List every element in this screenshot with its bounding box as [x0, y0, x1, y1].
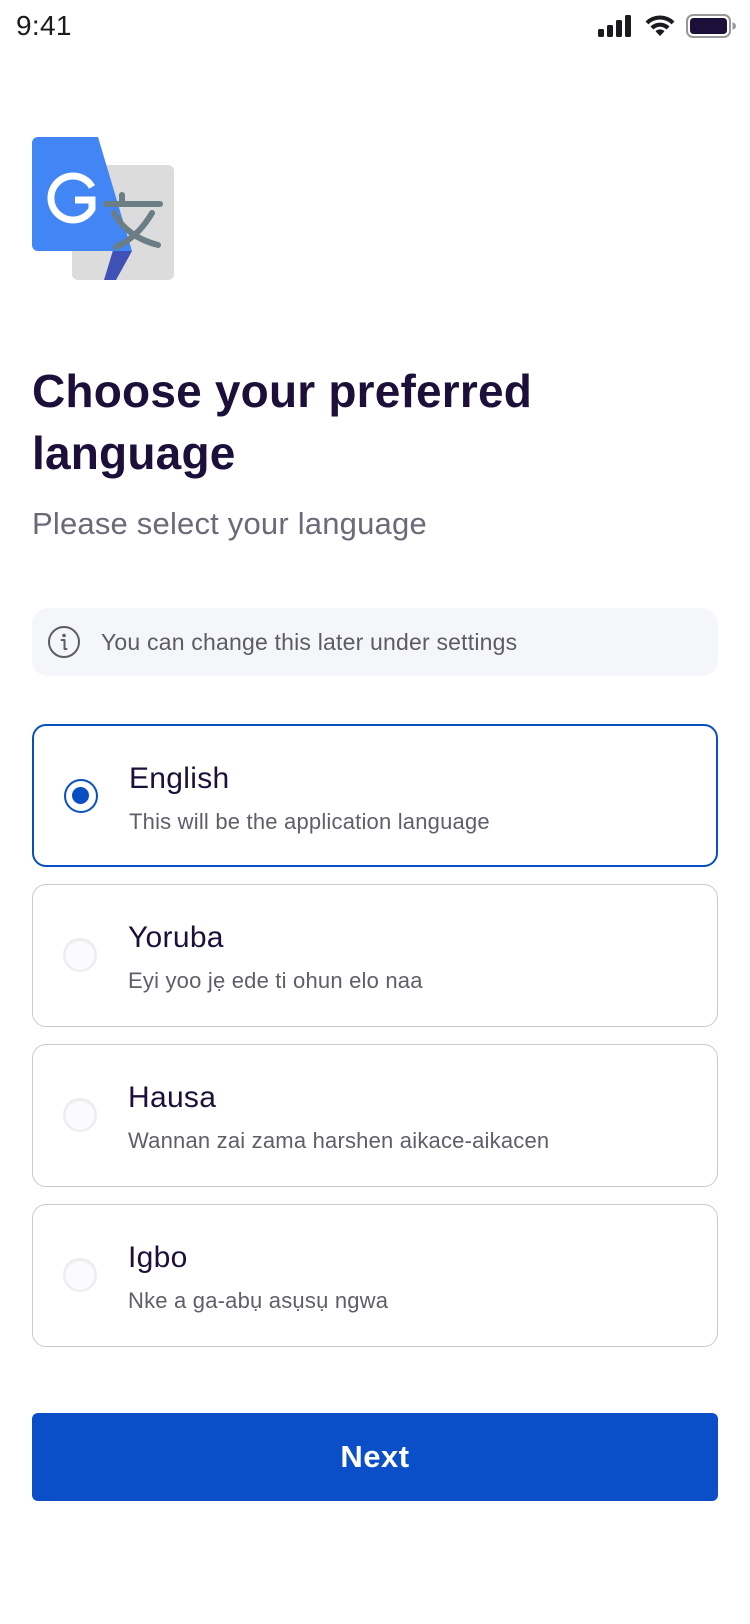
info-banner: You can change this later under settings	[32, 608, 718, 676]
language-option-english[interactable]: English This will be the application lan…	[32, 724, 718, 867]
language-name: English	[129, 762, 230, 795]
cellular-signal-icon	[598, 15, 634, 37]
next-button[interactable]: Next	[32, 1413, 718, 1501]
radio-button[interactable]	[63, 1098, 97, 1132]
radio-button[interactable]	[64, 779, 98, 813]
language-option-hausa[interactable]: Hausa Wannan zai zama harshen aikace-aik…	[32, 1044, 718, 1187]
wifi-icon	[644, 14, 676, 38]
language-description: Wannan zai zama harshen aikace-aikacen	[128, 1128, 550, 1153]
language-description: Eyi yoo jẹ ede ti ohun elo naa	[128, 968, 423, 993]
language-option-igbo[interactable]: Igbo Nke a ga-abụ asụsụ ngwa	[32, 1204, 718, 1347]
battery-icon	[686, 14, 736, 38]
language-name: Yoruba	[128, 921, 224, 954]
status-bar: 9:41	[0, 0, 750, 56]
status-icons	[598, 14, 736, 38]
page-subtitle: Please select your language	[32, 506, 427, 541]
google-translate-logo	[32, 137, 174, 280]
language-description: Nke a ga-abụ asụsụ ngwa	[128, 1288, 389, 1313]
info-text: You can change this later under settings	[101, 628, 518, 655]
language-option-yoruba[interactable]: Yoruba Eyi yoo jẹ ede ti ohun elo naa	[32, 884, 718, 1027]
info-icon	[46, 624, 82, 660]
status-time: 9:41	[16, 10, 72, 41]
language-name: Igbo	[128, 1241, 188, 1274]
radio-button[interactable]	[63, 1258, 97, 1292]
language-description: This will be the application language	[129, 809, 490, 834]
radio-button[interactable]	[63, 938, 97, 972]
language-name: Hausa	[128, 1081, 217, 1114]
page-title: Choose your preferred language	[32, 365, 533, 479]
